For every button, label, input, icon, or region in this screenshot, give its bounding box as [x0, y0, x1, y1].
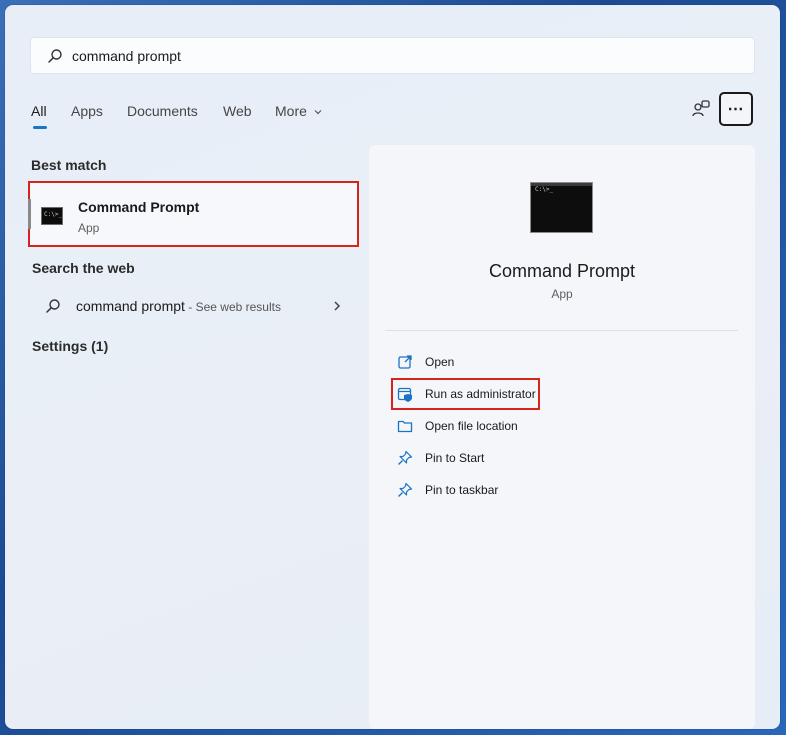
search-input[interactable]: command prompt [72, 48, 181, 64]
chevron-down-icon [314, 110, 322, 115]
action-label: Pin to Start [425, 451, 485, 465]
search-icon [48, 49, 62, 63]
detail-title: Command Prompt [488, 261, 636, 281]
action-pin-to-taskbar[interactable]: Pin to taskbar [393, 477, 733, 503]
web-search-result[interactable]: command prompt - See web results [31, 291, 351, 321]
selection-accent [28, 199, 31, 229]
action-label: Pin to taskbar [425, 483, 499, 497]
action-run-as-administrator[interactable]: Run as administrator [393, 381, 733, 407]
best-match-result[interactable]: C:\>_ Command Prompt App [28, 181, 359, 247]
tab-apps[interactable]: Apps [71, 103, 103, 119]
pin-icon [398, 482, 413, 497]
action-pin-to-start[interactable]: Pin to Start [393, 445, 733, 471]
settings-heading[interactable]: Settings (1) [32, 338, 108, 354]
pin-icon [398, 450, 413, 465]
folder-icon [397, 420, 413, 433]
start-search-panel: command prompt All Apps Documents Web Mo… [5, 5, 780, 729]
search-web-heading: Search the web [32, 260, 135, 276]
search-icon [46, 299, 60, 313]
account-switch-icon[interactable] [690, 98, 712, 120]
chevron-right-icon[interactable] [330, 299, 344, 313]
detail-type: App [551, 287, 573, 301]
web-result-query: command prompt [76, 298, 185, 314]
tab-documents[interactable]: Documents [127, 103, 198, 119]
best-match-name: Command Prompt [78, 199, 200, 215]
active-tab-indicator [33, 126, 47, 129]
action-label: Run as administrator [425, 387, 536, 401]
action-open-file-location[interactable]: Open file location [393, 413, 733, 439]
command-prompt-preview-icon: C:\>_ [530, 182, 593, 233]
divider [385, 330, 738, 331]
tab-all[interactable]: All [31, 103, 47, 119]
action-label: Open [425, 355, 455, 369]
web-result-suffix: - See web results [184, 300, 281, 314]
best-match-heading: Best match [31, 157, 107, 173]
tab-more[interactable]: More [275, 103, 323, 119]
tab-more-label: More [275, 103, 307, 119]
best-match-type: App [78, 221, 100, 235]
tab-web[interactable]: Web [223, 103, 252, 119]
web-result-text: command prompt - See web results [76, 298, 281, 314]
action-open[interactable]: Open [393, 349, 733, 375]
search-box[interactable]: command prompt [30, 37, 755, 74]
detail-pane: C:\>_ Command Prompt App Open Run as adm… [369, 145, 755, 729]
command-prompt-icon: C:\>_ [41, 207, 63, 225]
open-external-icon [398, 355, 412, 369]
action-label: Open file location [425, 419, 518, 433]
more-options-button[interactable]: ⋯ [719, 92, 753, 126]
shield-admin-icon [397, 387, 412, 402]
